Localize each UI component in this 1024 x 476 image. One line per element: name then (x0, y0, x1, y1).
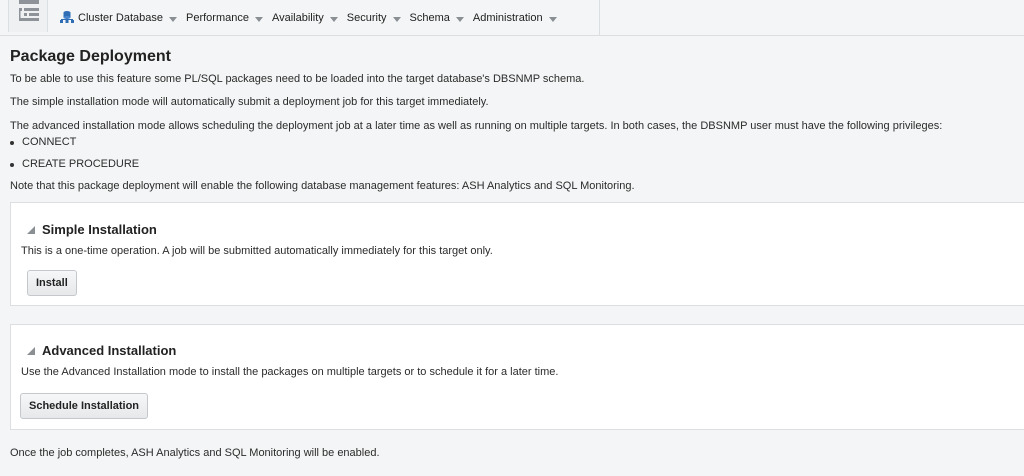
menu-label: Cluster Database (78, 12, 163, 24)
collapse-triangle-icon (27, 346, 35, 355)
intro-text-2: The simple installation mode will automa… (10, 96, 489, 108)
page-title: Package Deployment (10, 48, 171, 65)
intro-text-3: The advanced installation mode allows sc… (10, 120, 943, 132)
footer-note: Once the job completes, ASH Analytics an… (10, 447, 380, 459)
advanced-installation-section: Advanced Installation Use the Advanced I… (10, 324, 1024, 430)
menu-label: Availability (271, 12, 324, 24)
target-navigation-button[interactable] (8, 0, 48, 32)
menu-performance[interactable]: Performance (186, 12, 263, 24)
target-menus: Cluster Database Performance Availabilit… (48, 0, 600, 36)
chevron-down-icon (169, 16, 177, 22)
chevron-down-icon (548, 16, 557, 22)
hierarchy-icon (19, 0, 39, 21)
menu-administration[interactable]: Administration (473, 12, 557, 24)
top-menubar: Cluster Database Performance Availabilit… (0, 0, 1024, 36)
menu-availability[interactable]: Availability (272, 12, 338, 24)
section-title: Advanced Installation (42, 343, 177, 358)
menu-security[interactable]: Security (347, 12, 401, 24)
intro-text-1: To be able to use this feature some PL/S… (10, 73, 585, 85)
install-button[interactable]: Install (27, 270, 77, 296)
simple-installation-header[interactable]: Simple Installation (27, 222, 157, 237)
intro-text-4: Note that this package deployment will e… (10, 180, 635, 192)
menu-label: Performance (186, 12, 249, 24)
cluster-database-icon (60, 10, 74, 27)
chevron-down-icon (455, 16, 464, 22)
menu-label: Schema (409, 12, 450, 24)
menu-label: Administration (472, 12, 543, 24)
simple-installation-section: Simple Installation This is a one-time o… (10, 202, 1024, 306)
chevron-down-icon (392, 16, 401, 22)
privilege-item: CREATE PROCEDURE (9, 158, 140, 170)
advanced-installation-header[interactable]: Advanced Installation (27, 343, 176, 358)
menu-cluster-database[interactable]: Cluster Database (60, 10, 177, 27)
menu-label: Security (346, 12, 387, 24)
advanced-installation-description: Use the Advanced Installation mode to in… (21, 366, 559, 378)
collapse-triangle-icon (27, 225, 35, 234)
section-title: Simple Installation (42, 222, 157, 237)
chevron-down-icon (254, 16, 263, 22)
simple-installation-description: This is a one-time operation. A job will… (21, 245, 493, 257)
menu-schema[interactable]: Schema (410, 12, 464, 24)
chevron-down-icon (329, 16, 338, 22)
privilege-item: CONNECT (9, 136, 77, 148)
schedule-installation-button[interactable]: Schedule Installation (20, 393, 149, 419)
